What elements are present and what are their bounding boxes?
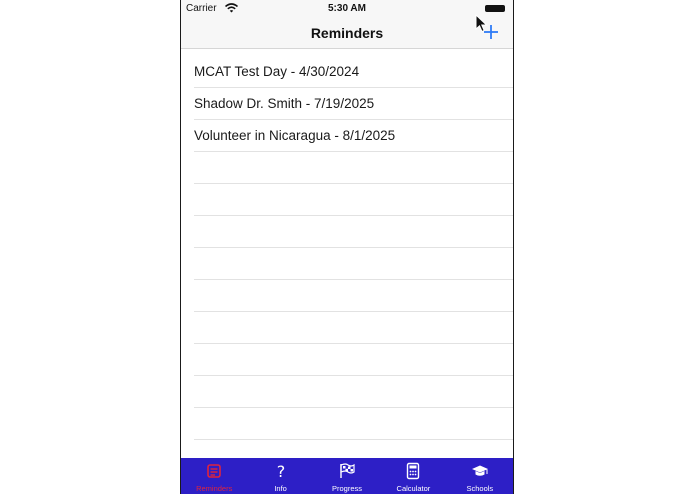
- status-bar: Carrier 5:30 AM: [181, 0, 513, 16]
- tab-bar: Reminders? Info Progress Calculator Schools: [181, 458, 513, 494]
- tab-progress[interactable]: Progress: [314, 458, 380, 494]
- navigation-bar: Reminders: [181, 16, 513, 49]
- calculator-icon: [407, 462, 420, 480]
- tab-label: Info: [274, 484, 287, 493]
- checkered-flag-icon: [340, 463, 355, 478]
- tab-reminders[interactable]: Reminders: [181, 458, 247, 494]
- tab-label: Calculator: [396, 484, 431, 493]
- graduation-cap-icon: [471, 465, 488, 476]
- reminder-row[interactable]: [194, 376, 513, 408]
- reminder-row[interactable]: [194, 280, 513, 312]
- reminder-row[interactable]: [194, 312, 513, 344]
- add-reminder-button[interactable]: [481, 22, 501, 42]
- reminders-list: MCAT Test Day - 4/30/2024 Shadow Dr. Smi…: [181, 56, 513, 440]
- page-title: Reminders: [310, 25, 384, 41]
- battery-icon: [485, 5, 505, 12]
- tab-calculator[interactable]: Calculator: [380, 458, 446, 494]
- reminder-row[interactable]: [194, 152, 513, 184]
- plus-icon: [484, 25, 498, 39]
- tab-label: Schools: [466, 484, 494, 493]
- reminder-label: MCAT Test Day - 4/30/2024: [194, 64, 360, 79]
- reminder-row[interactable]: Volunteer in Nicaragua - 8/1/2025: [194, 120, 513, 152]
- reminders-icon: [207, 464, 222, 478]
- reminder-label: Shadow Dr. Smith - 7/19/2025: [194, 96, 375, 111]
- question-icon: ?: [276, 462, 285, 480]
- tab-info[interactable]: ? Info: [247, 458, 313, 494]
- reminder-row[interactable]: MCAT Test Day - 4/30/2024: [194, 56, 513, 88]
- reminder-row[interactable]: [194, 408, 513, 440]
- reminder-row[interactable]: [194, 344, 513, 376]
- tab-label: Progress: [332, 484, 363, 493]
- svg-text:?: ?: [276, 462, 285, 480]
- tab-label: Reminders: [196, 484, 233, 493]
- status-time: 5:30 AM: [328, 3, 366, 14]
- reminder-row[interactable]: [194, 216, 513, 248]
- reminder-row[interactable]: [194, 248, 513, 280]
- phone-screen: Carrier 5:30 AM Reminders MCAT Test Day …: [180, 0, 514, 494]
- reminder-label: Volunteer in Nicaragua - 8/1/2025: [194, 128, 396, 143]
- reminder-row[interactable]: Shadow Dr. Smith - 7/19/2025: [194, 88, 513, 120]
- reminder-row[interactable]: [194, 184, 513, 216]
- tab-schools[interactable]: Schools: [447, 458, 513, 494]
